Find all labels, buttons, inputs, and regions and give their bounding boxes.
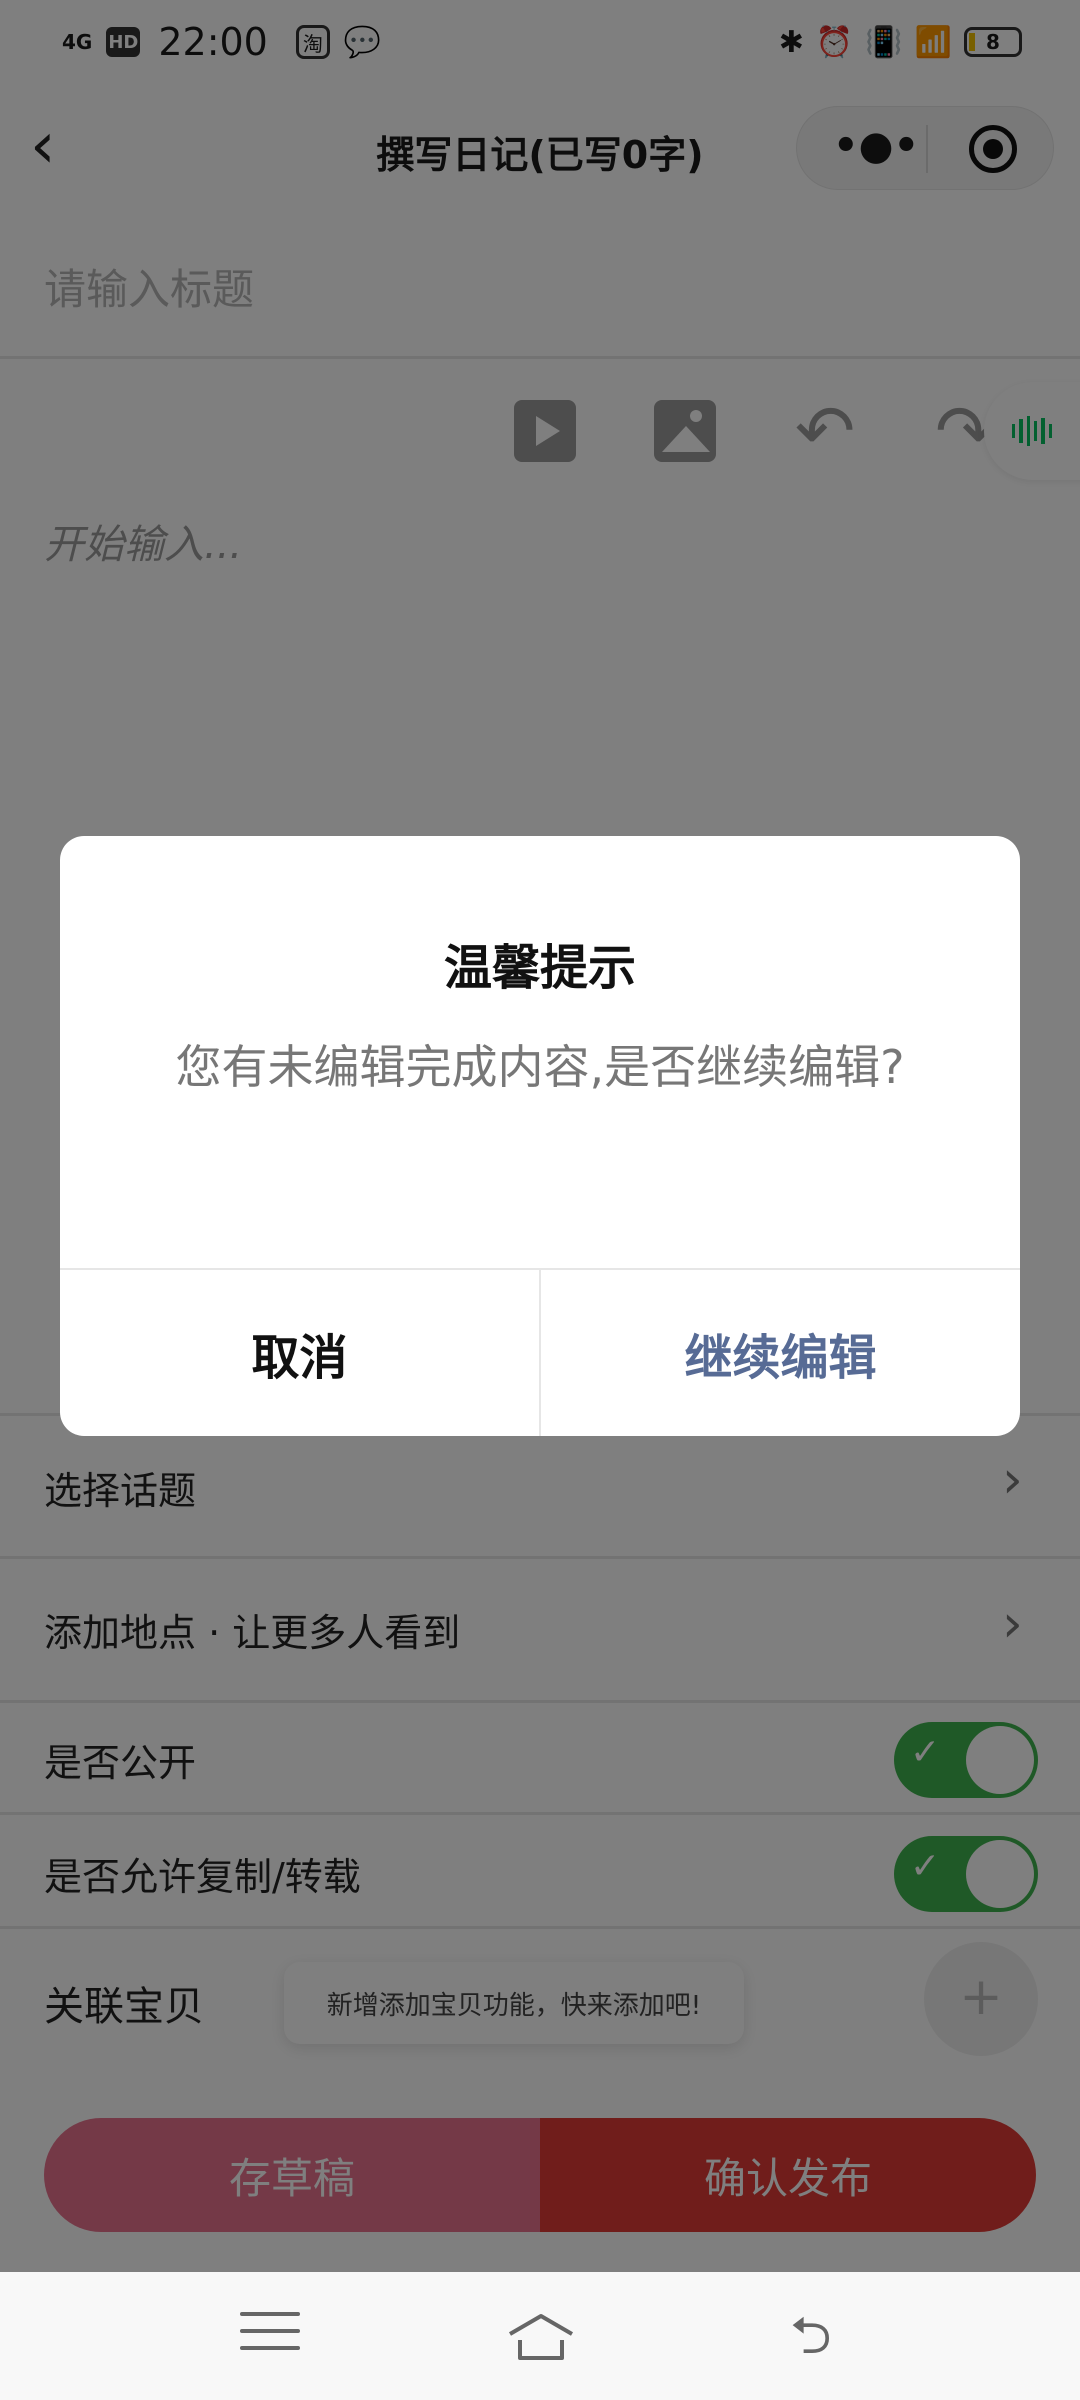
system-back-icon[interactable]: ⮌ (790, 2310, 850, 2362)
recent-apps-icon[interactable] (240, 2312, 300, 2360)
continue-editing-button[interactable]: 继续编辑 (541, 1270, 1020, 1436)
dialog-title: 温馨提示 (443, 940, 636, 996)
system-nav-bar: ⮌ (0, 2272, 1080, 2400)
home-icon[interactable] (506, 2312, 574, 2360)
continue-editing-dialog: 温馨提示 您有未编辑完成内容,是否继续编辑? 取消 继续编辑 (60, 836, 1020, 1436)
dialog-message: 您有未编辑完成内容,是否继续编辑? (175, 1040, 905, 1094)
cancel-button[interactable]: 取消 (60, 1270, 539, 1436)
